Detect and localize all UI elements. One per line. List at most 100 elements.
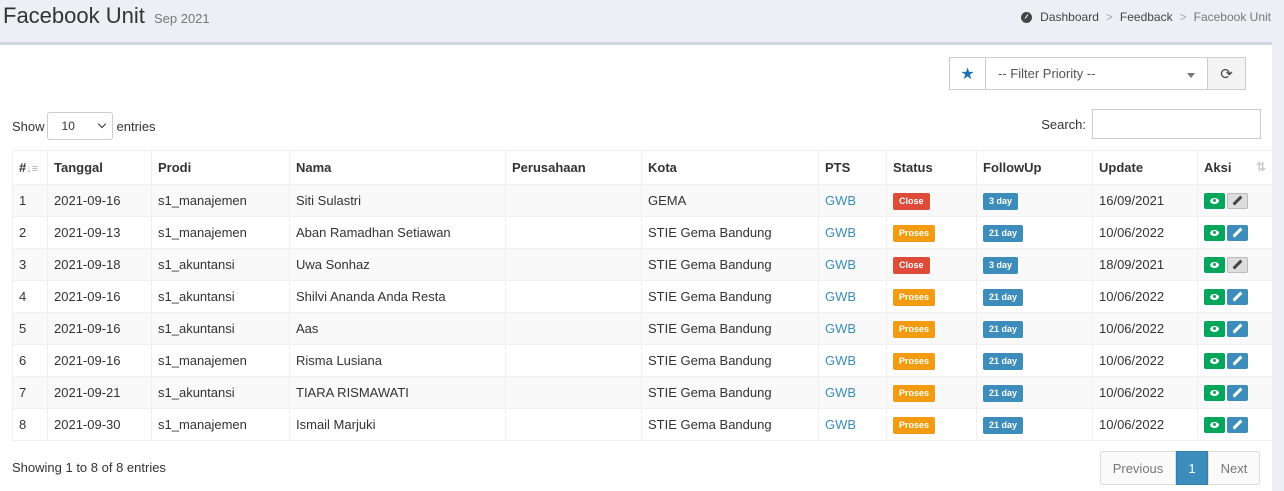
column-header-update[interactable]: Update — [1092, 150, 1198, 185]
cell-tanggal: 2021-09-18 — [47, 248, 152, 281]
pts-link[interactable]: GWB — [825, 289, 856, 304]
cell-nama: Shilvi Ananda Anda Resta — [289, 280, 506, 313]
cell-followup: 3 day — [976, 184, 1093, 217]
dashboard-icon — [1021, 11, 1033, 23]
table-row: 3 2021-09-18 s1_akuntansi Uwa Sonhaz STIE Ge… — [12, 248, 1273, 281]
view-button[interactable] — [1204, 224, 1225, 241]
view-button[interactable] — [1204, 288, 1225, 305]
edit-button[interactable] — [1227, 320, 1248, 337]
edit-button[interactable] — [1227, 352, 1248, 369]
cell-tanggal: 2021-09-16 — [47, 184, 152, 217]
table-row: 2 2021-09-13 s1_manajemen Aban Ramadhan Set… — [12, 216, 1273, 249]
cell-perusahaan — [505, 216, 642, 249]
cell-prodi: s1_akuntansi — [151, 312, 290, 345]
pts-link[interactable]: GWB — [825, 257, 856, 272]
status-badge: Close — [893, 192, 930, 210]
caret-down-icon — [1187, 73, 1195, 78]
cell-perusahaan — [505, 280, 642, 313]
refresh-button[interactable]: ⟳ — [1208, 57, 1246, 90]
column-header-status[interactable]: Status — [886, 150, 977, 185]
followup-badge: 3 day — [983, 256, 1019, 274]
cell-followup: 21 day — [976, 280, 1093, 313]
breadcrumb-dashboard[interactable]: Dashboard — [1040, 10, 1099, 24]
cell-tanggal: 2021-09-16 — [47, 280, 152, 313]
search-control: Search: — [1041, 109, 1261, 139]
cell-perusahaan — [505, 344, 642, 377]
followup-badge: 21 day — [983, 416, 1024, 434]
column-header-perusahaan[interactable]: Perusahaan — [505, 150, 642, 185]
pts-link[interactable]: GWB — [825, 385, 856, 400]
content-header: Facebook Unit Sep 2021 Dashboard > Feedb… — [0, 0, 1284, 42]
cell-pts: GWB — [818, 376, 887, 409]
breadcrumb-separator: > — [1179, 10, 1187, 24]
search-input[interactable] — [1092, 109, 1261, 139]
table-row: 8 2021-09-30 s1_manajemen Ismail Marjuki STI… — [12, 408, 1273, 441]
cell-nama: Aban Ramadhan Setiawan — [289, 216, 506, 249]
cell-kota: STIE Gema Bandung — [641, 408, 819, 441]
cell-status: Proses — [886, 216, 977, 249]
edit-button[interactable] — [1227, 224, 1248, 241]
cell-no: 2 — [12, 216, 48, 249]
column-header-tanggal[interactable]: Tanggal — [47, 150, 152, 185]
breadcrumb-feedback[interactable]: Feedback — [1120, 10, 1173, 24]
cell-no: 6 — [12, 344, 48, 377]
column-header-kota[interactable]: Kota — [641, 150, 819, 185]
cell-pts: GWB — [818, 344, 887, 377]
cell-prodi: s1_akuntansi — [151, 376, 290, 409]
cell-tanggal: 2021-09-16 — [47, 312, 152, 345]
priority-filter-group: ★ -- Filter Priority -- ⟳ — [949, 57, 1246, 90]
pts-link[interactable]: GWB — [825, 353, 856, 368]
cell-update: 18/09/2021 — [1092, 248, 1198, 281]
view-button[interactable] — [1204, 256, 1225, 273]
cell-kota: STIE Gema Bandung — [641, 216, 819, 249]
entries-length-select[interactable]: 10 — [46, 112, 113, 140]
edit-button[interactable] — [1227, 288, 1248, 305]
data-table: #↓≡ Tanggal Prodi Nama Perusahaan Kota P… — [12, 150, 1273, 441]
search-label: Search: — [1041, 116, 1086, 132]
cell-perusahaan — [505, 376, 642, 409]
entries-label: entries — [116, 118, 156, 134]
edit-button[interactable] — [1227, 256, 1248, 273]
column-header-prodi[interactable]: Prodi — [151, 150, 290, 185]
pts-link[interactable]: GWB — [825, 193, 856, 208]
edit-button[interactable] — [1227, 192, 1248, 209]
pts-link[interactable]: GWB — [825, 417, 856, 432]
priority-filter-select[interactable]: -- Filter Priority -- — [986, 57, 1208, 90]
page-1-button[interactable]: 1 — [1176, 451, 1208, 485]
chevron-down-icon — [97, 119, 106, 129]
entries-length-control: Show 10 entries — [12, 112, 156, 140]
view-button[interactable] — [1204, 416, 1225, 433]
column-header-pts[interactable]: PTS — [818, 150, 887, 185]
star-icon[interactable]: ★ — [949, 57, 986, 90]
cell-aksi — [1197, 280, 1273, 313]
column-header-nama[interactable]: Nama — [289, 150, 506, 185]
edit-button[interactable] — [1227, 384, 1248, 401]
cell-no: 1 — [12, 184, 48, 217]
column-header-followup[interactable]: FollowUp — [976, 150, 1093, 185]
next-page-button[interactable]: Next — [1208, 451, 1260, 485]
cell-pts: GWB — [818, 248, 887, 281]
breadcrumb: Dashboard > Feedback > Facebook Unit — [1021, 10, 1271, 24]
breadcrumb-current: Facebook Unit — [1193, 10, 1271, 24]
cell-tanggal: 2021-09-16 — [47, 344, 152, 377]
table-header-row: #↓≡ Tanggal Prodi Nama Perusahaan Kota P… — [12, 150, 1273, 185]
cell-no: 8 — [12, 408, 48, 441]
view-button[interactable] — [1204, 352, 1225, 369]
pts-link[interactable]: GWB — [825, 321, 856, 336]
cell-kota: STIE Gema Bandung — [641, 248, 819, 281]
cell-nama: TIARA RISMAWATI — [289, 376, 506, 409]
previous-page-button[interactable]: Previous — [1100, 451, 1176, 485]
column-header-no[interactable]: #↓≡ — [12, 150, 48, 185]
cell-pts: GWB — [818, 280, 887, 313]
view-button[interactable] — [1204, 192, 1225, 209]
pts-link[interactable]: GWB — [825, 225, 856, 240]
view-button[interactable] — [1204, 384, 1225, 401]
cell-update: 10/06/2022 — [1092, 408, 1198, 441]
cell-nama: Uwa Sonhaz — [289, 248, 506, 281]
view-button[interactable] — [1204, 320, 1225, 337]
column-header-aksi[interactable]: Aksi ⇅ — [1197, 150, 1273, 185]
content-box: ★ -- Filter Priority -- ⟳ Show 10 entrie… — [0, 42, 1273, 491]
cell-pts: GWB — [818, 408, 887, 441]
cell-prodi: s1_manajemen — [151, 408, 290, 441]
edit-button[interactable] — [1227, 416, 1248, 433]
